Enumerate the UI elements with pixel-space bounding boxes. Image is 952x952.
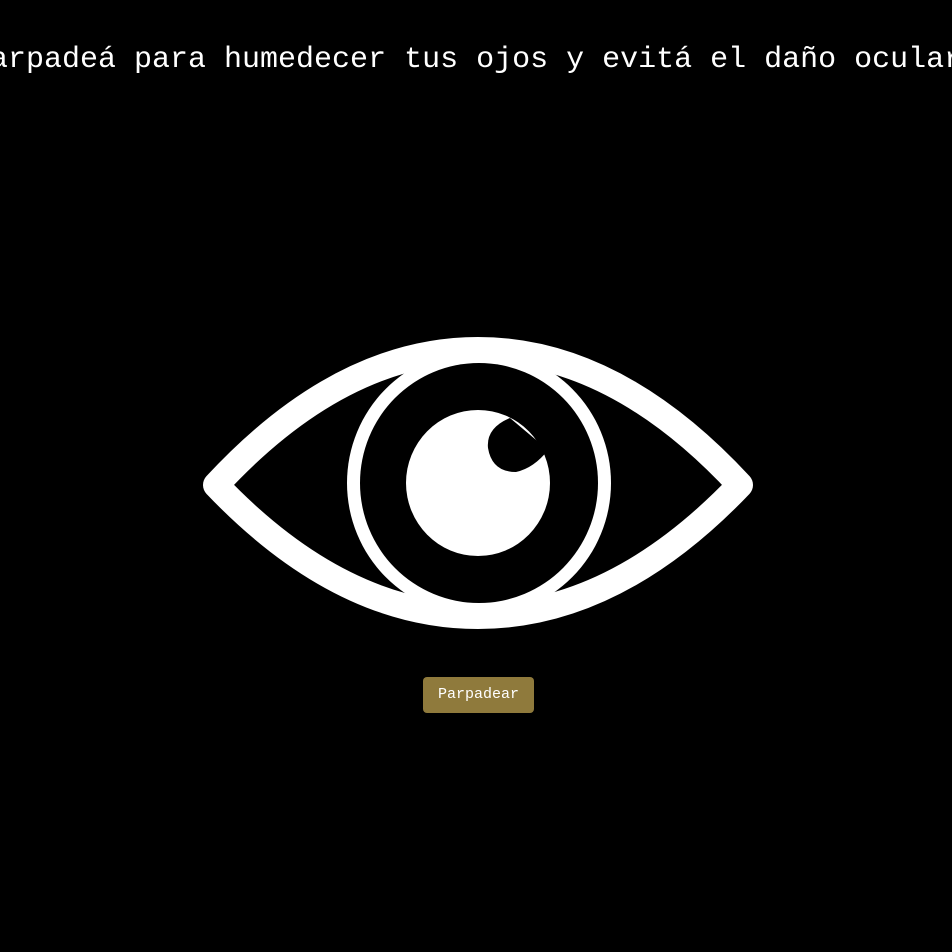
banner-text: Parpadeá para humedecer tus ojos y evitá… — [0, 43, 952, 77]
blink-button[interactable]: Parpadear — [423, 677, 534, 713]
eye-pupil — [406, 410, 550, 556]
eye-icon — [203, 337, 753, 629]
scrolling-banner: Parpadeá para humedecer tus ojos y evitá… — [0, 38, 952, 82]
blink-reminder-page: Parpadeá para humedecer tus ojos y evitá… — [0, 0, 952, 952]
